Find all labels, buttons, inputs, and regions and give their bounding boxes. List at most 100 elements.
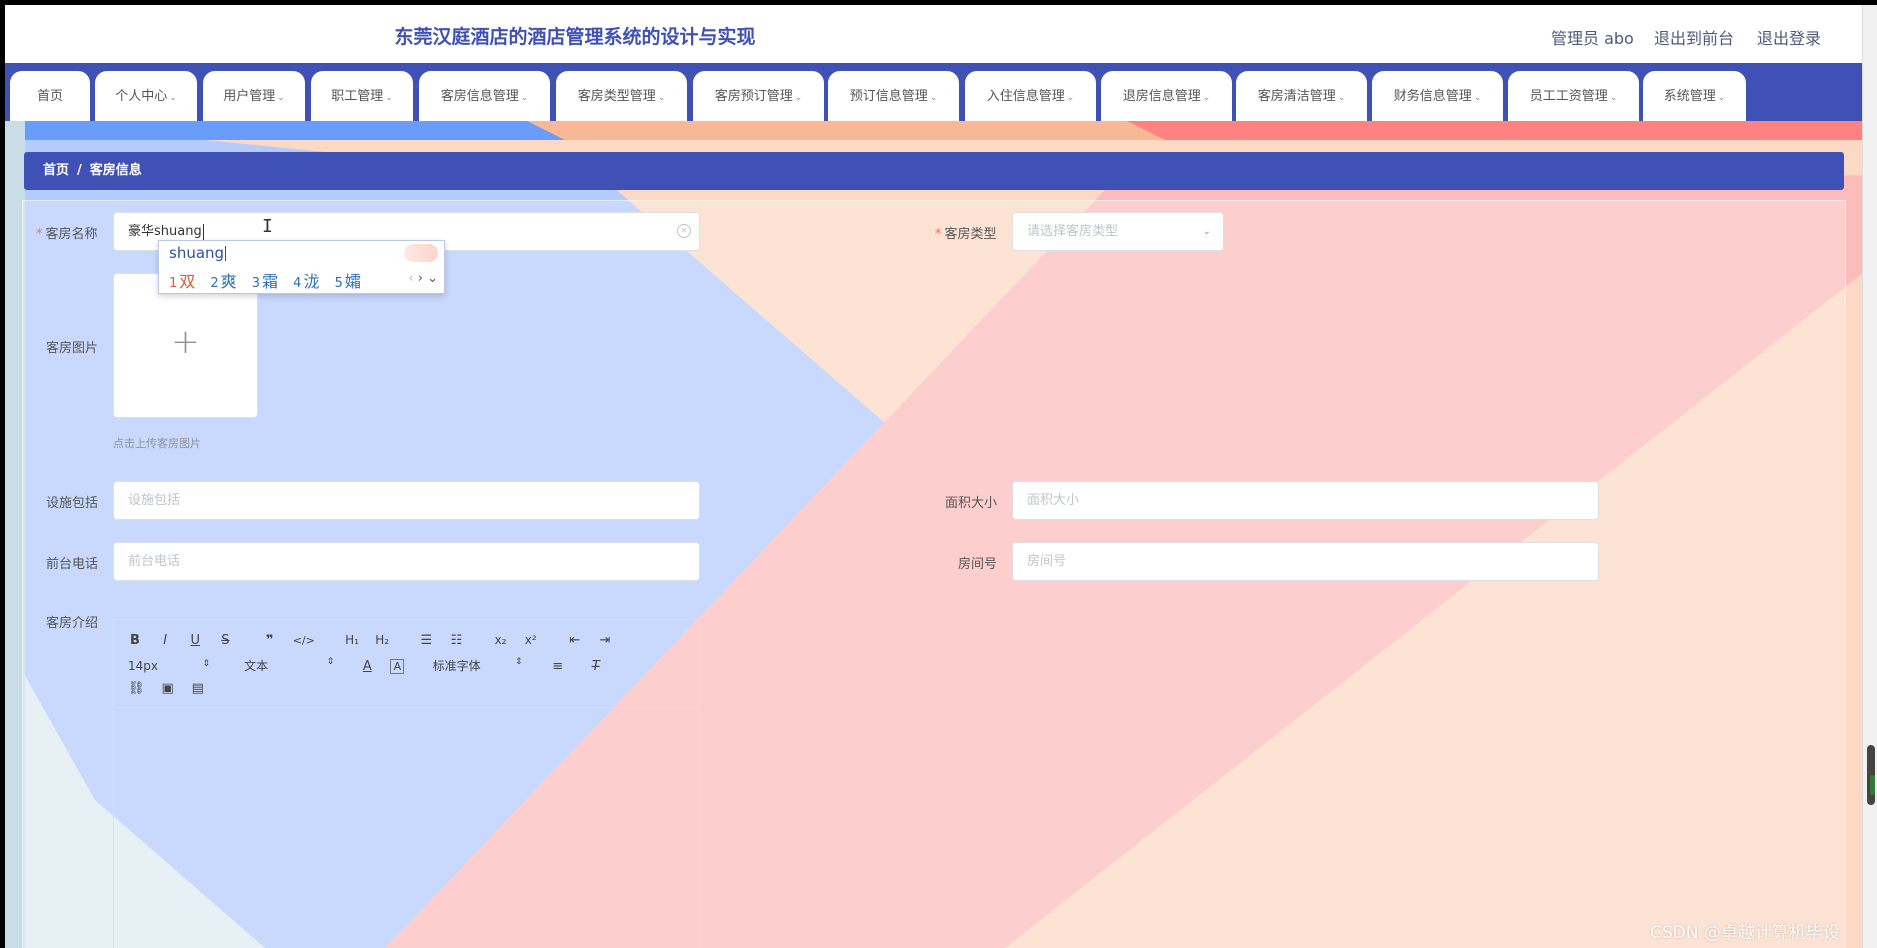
logout-link[interactable]: 退出登录 xyxy=(1757,25,1821,49)
rich-text-editor: B I U S ❞ </> H₁ H₂ ☰ ☷ x₂ x² ⇤ ⇥ 14px ⇕… xyxy=(113,619,700,948)
nav-item-staff[interactable]: 职工管理 ⌄ xyxy=(311,71,413,121)
chevron-right-icon[interactable]: › xyxy=(418,271,423,286)
nav-item-label: 客房信息管理 xyxy=(440,89,519,104)
font-color-icon[interactable]: A xyxy=(360,659,374,674)
back-to-front-link[interactable]: 退出到前台 xyxy=(1654,25,1734,49)
ordered-list-icon[interactable]: ☰ xyxy=(419,633,433,648)
subscript-icon[interactable]: x₂ xyxy=(494,633,508,647)
text-cursor-icon: I xyxy=(262,216,273,237)
nav-item-checkout[interactable]: 退房信息管理 ⌄ xyxy=(1101,71,1232,121)
nav-item-home[interactable]: 首页 xyxy=(10,71,90,121)
chevron-down-icon: ⌄ xyxy=(929,93,938,103)
nav-item-label: 客房预订管理 xyxy=(714,89,793,104)
facilities-label: 设施包括 xyxy=(46,496,99,511)
header-select[interactable]: 文本 ⇕ xyxy=(244,657,344,674)
window-frame-left xyxy=(0,0,5,948)
ime-candidate[interactable]: 5孀 xyxy=(335,268,361,292)
required-mark: * xyxy=(36,227,43,242)
room-image-label: 客房图片 xyxy=(46,341,99,356)
nav-item-salary[interactable]: 员工工资管理 ⌄ xyxy=(1508,71,1639,121)
chevron-down-icon: ⌄ xyxy=(385,93,393,103)
align-icon[interactable]: ≡ xyxy=(551,659,565,674)
ime-candidate[interactable]: 4泷 xyxy=(293,268,319,292)
ime-candidate[interactable]: 3霜 xyxy=(252,268,278,292)
room-type-select[interactable]: 请选择客房类型 ⌄ xyxy=(1012,212,1224,251)
nav-item-finance[interactable]: 财务信息管理 ⌄ xyxy=(1372,71,1503,121)
text-caret xyxy=(202,223,204,240)
watermark: CSDN @卓越计算机毕设 xyxy=(1650,923,1840,943)
font-family-select[interactable]: 标准字体 ⇕ xyxy=(433,657,533,674)
outdent-icon[interactable]: ⇤ xyxy=(568,633,582,648)
upload-tip: 点击上传客房图片 xyxy=(113,437,201,450)
italic-icon[interactable]: I xyxy=(158,633,172,648)
main-nav: 首页 个人中心 ⌄ 用户管理 ⌄ 职工管理 ⌄ 客房信息管理 ⌄ 客房类型管理 ⌄ 客房预… xyxy=(5,63,1862,121)
nav-item-checkin[interactable]: 入住信息管理 ⌄ xyxy=(965,71,1096,121)
breadcrumb-current: 客房信息 xyxy=(89,163,142,178)
room-name-label: * 客房名称 xyxy=(36,223,98,242)
room-type-label: * 客房类型 xyxy=(935,223,997,242)
ime-candidate-list: 1双 2爽 3霜 4泷 5孀 xyxy=(169,268,371,292)
strikethrough-icon[interactable]: S xyxy=(218,633,232,648)
app-header: 东莞汉庭酒店的酒店管理系统的设计与实现 管理员 abo 退出到前台 退出登录 xyxy=(5,5,1867,63)
chevron-down-icon: ⌄ xyxy=(1066,93,1075,103)
chevron-down-icon: ⌄ xyxy=(1473,93,1482,103)
room-name-label-text: 客房名称 xyxy=(45,227,98,242)
nav-item-room-booking[interactable]: 客房预订管理 ⌄ xyxy=(693,71,824,121)
clear-format-icon[interactable]: T̶ xyxy=(589,659,603,674)
header-value: 文本 xyxy=(244,659,269,673)
heading-1-icon[interactable]: H₁ xyxy=(345,633,359,647)
superscript-icon[interactable]: x² xyxy=(524,633,538,647)
ime-candidate-number: 3 xyxy=(251,276,261,291)
nav-item-room-types[interactable]: 客房类型管理 ⌄ xyxy=(556,71,687,121)
page-title: 东莞汉庭酒店的酒店管理系统的设计与实现 xyxy=(394,26,756,48)
facilities-input[interactable]: 设施包括 xyxy=(113,481,700,520)
clear-icon[interactable]: ✕ xyxy=(677,224,691,238)
chevron-down-icon: ⌄ xyxy=(1609,93,1618,103)
room-number-placeholder: 房间号 xyxy=(1027,554,1067,569)
nav-item-label: 系统管理 xyxy=(1663,89,1716,104)
ime-composition-text: shuang xyxy=(169,244,225,262)
nav-item-system[interactable]: 系统管理 ⌄ xyxy=(1643,71,1746,121)
chevron-down-icon: ⌄ xyxy=(1337,93,1346,103)
ime-skin-decoration xyxy=(404,244,438,262)
nav-item-personal[interactable]: 个人中心 ⌄ xyxy=(95,71,197,121)
ime-candidate-text: 霜 xyxy=(262,272,279,291)
nav-item-room-info[interactable]: 客房信息管理 ⌄ xyxy=(419,71,550,121)
chevron-down-icon: ⌄ xyxy=(520,93,529,103)
image-icon[interactable]: ▣ xyxy=(161,681,175,696)
nav-item-users[interactable]: 用户管理 ⌄ xyxy=(203,71,305,121)
bullet-list-icon[interactable]: ☷ xyxy=(449,633,463,648)
ime-composition: shuang xyxy=(169,244,227,262)
underline-icon[interactable]: U xyxy=(188,633,202,648)
breadcrumb: 首页 / 客房信息 xyxy=(24,152,1844,190)
intro-label: 客房介绍 xyxy=(46,616,99,631)
page-scrollbar[interactable] xyxy=(1862,5,1877,948)
indent-icon[interactable]: ⇥ xyxy=(598,633,612,648)
phone-input[interactable]: 前台电话 xyxy=(113,542,700,581)
admin-user-label: 管理员 abo xyxy=(1551,29,1634,48)
room-number-input[interactable]: 房间号 xyxy=(1012,542,1599,581)
nav-item-cleaning[interactable]: 客房清洁管理 ⌄ xyxy=(1236,71,1367,121)
video-icon[interactable]: ▤ xyxy=(191,681,205,696)
area-placeholder: 面积大小 xyxy=(1027,493,1080,508)
nav-item-label: 个人中心 xyxy=(115,89,168,104)
editor-toolbar: B I U S ❞ </> H₁ H₂ ☰ ☷ x₂ x² ⇤ ⇥ 14px ⇕… xyxy=(114,620,699,708)
link-icon[interactable]: ⛓ xyxy=(128,681,145,696)
ime-candidate[interactable]: 1双 xyxy=(169,268,195,292)
ime-candidate[interactable]: 2爽 xyxy=(210,268,236,292)
heading-2-icon[interactable]: H₂ xyxy=(375,633,389,647)
area-input[interactable]: 面积大小 xyxy=(1012,481,1599,520)
chevron-down-icon[interactable]: ⌄ xyxy=(427,271,438,286)
chevron-down-icon: ⌄ xyxy=(657,93,666,103)
nav-item-booking-info[interactable]: 预订信息管理 ⌄ xyxy=(828,71,959,121)
chevron-left-icon[interactable]: ‹ xyxy=(408,271,413,286)
breadcrumb-home[interactable]: 首页 xyxy=(43,163,69,178)
background-color-icon[interactable]: A xyxy=(390,659,405,674)
blockquote-icon[interactable]: ❞ xyxy=(263,633,277,648)
code-block-icon[interactable]: </> xyxy=(293,634,315,647)
ime-candidate-text: 爽 xyxy=(220,272,237,291)
image-upload-box[interactable]: + xyxy=(113,273,258,418)
font-size-select[interactable]: 14px ⇕ xyxy=(128,659,220,673)
bold-icon[interactable]: B xyxy=(128,633,142,648)
ime-candidate-number: 2 xyxy=(210,276,219,291)
